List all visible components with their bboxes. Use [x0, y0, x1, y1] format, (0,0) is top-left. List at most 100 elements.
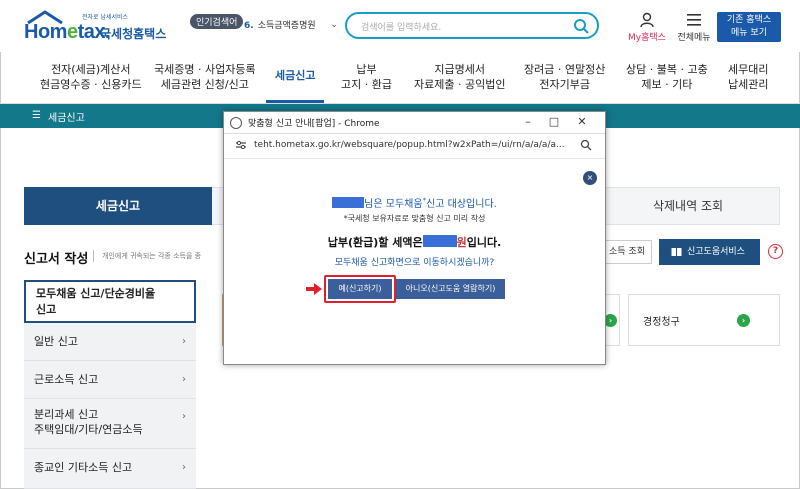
nav-payment-statement[interactable]: 지급명세서 자료제출 · 공익법인 — [414, 62, 505, 92]
nav-tax-agent[interactable]: 세무대리 납세관리 — [728, 62, 768, 92]
sidebar-item-general[interactable]: 일반 신고 › — [24, 323, 196, 361]
sidebar-item-label: 모두채움 신고/단순경비율 — [36, 287, 156, 300]
popular-term: 소득금액증명원 — [257, 21, 316, 31]
search-input[interactable]: 검색어를 입력하세요. — [345, 12, 599, 39]
my-hometax-button[interactable]: My홈택스 — [626, 12, 668, 43]
nav-label: 세금관련 신청/신고 — [160, 78, 249, 91]
sidebar-item-separate-taxation[interactable]: 분리과세 신고 주택임대/기타/연금소득 › — [24, 399, 196, 449]
old-hometax-menu-button[interactable]: 기존 홈택스 메뉴 보기 — [717, 12, 781, 42]
nav-label: 세무대리 — [728, 63, 769, 76]
my-hometax-label: My홈택스 — [628, 33, 666, 43]
sidebar-item-earned-income[interactable]: 근로소득 신고 › — [24, 361, 196, 399]
nav-label: 제보 · 기타 — [641, 78, 693, 91]
popup-titlebar: 맞춤형 신고 안내[팝업] - Chrome – □ ✕ — [224, 112, 605, 134]
help-icon[interactable]: ? — [768, 244, 783, 259]
all-menu-button[interactable]: 전체메뉴 — [674, 12, 714, 43]
tab-tax-return[interactable]: 세금신고 — [24, 187, 212, 225]
search-icon[interactable] — [573, 18, 589, 34]
section-divider — [93, 250, 94, 262]
popup-address-bar[interactable]: teht.hometax.go.kr/websquare/popup.html?… — [230, 137, 598, 155]
target-notice-text: 님은 모두채움 — [364, 199, 423, 210]
custom-filing-popup: 맞춤형 신고 안내[팝업] - Chrome – □ ✕ teht.hometa… — [223, 111, 606, 365]
chevron-down-icon[interactable]: ⌄ — [330, 20, 338, 30]
hometax-logo[interactable]: 전자로 납세서비스 Hometax. 국세청홈택스 — [24, 10, 166, 44]
currency-unit: 원 — [456, 236, 467, 249]
chevron-right-icon: › — [182, 336, 186, 347]
nav-label: 현금영수증 · 신용카드 — [40, 78, 142, 91]
nav-label: 전자기부금 — [539, 78, 590, 91]
popular-search-badge: 인기검색어 — [190, 14, 244, 29]
correction-claim-label: 경정청구 — [643, 317, 680, 328]
book-icon — [671, 248, 682, 256]
no-view-help-button[interactable]: 아니오(신고도움 열람하기) — [396, 279, 505, 299]
old-hometax-line1: 기존 홈택스 — [726, 15, 772, 25]
minimize-icon[interactable]: – — [520, 115, 536, 128]
breadcrumb-title: 세금신고 — [48, 113, 85, 124]
chevron-right-icon: › — [182, 411, 186, 422]
sidebar-item-label: 근로소득 신고 — [34, 373, 99, 386]
popup-window-title: 맞춤형 신고 안내[팝업] - Chrome — [248, 119, 380, 129]
sidebar-item-prefilled-return[interactable]: 모두채움 신고/단순경비율 신고 — [24, 280, 196, 323]
nav-label: 장려금 · 연말정산 — [524, 63, 606, 76]
site-header: 전자로 납세서비스 Hometax. 국세청홈택스 인기검색어 6. 소득금액증명… — [0, 0, 800, 52]
zoom-icon[interactable] — [580, 139, 592, 151]
target-notice-end: 신고 대상입니다. — [426, 199, 497, 210]
sidebar-item-label: 주택임대/기타/연금소득 — [34, 423, 143, 436]
filing-help-label: 신고도움서비스 — [687, 247, 745, 257]
nav-label: 고지 · 환급 — [341, 78, 392, 91]
nav-incentive[interactable]: 장려금 · 연말정산 전자기부금 — [524, 62, 605, 92]
logo-korean: 국세청홈택스 — [100, 27, 167, 41]
nav-label: 전자(세금)계산서 — [51, 63, 131, 76]
red-arrow-icon — [306, 283, 322, 295]
site-settings-icon[interactable] — [236, 140, 246, 150]
tax-amount-notice: 납부(환급)할 세액은 원입니다. — [224, 234, 605, 250]
nav-label: 납부 — [356, 63, 377, 76]
popup-url: teht.hometax.go.kr/websquare/popup.html?… — [254, 140, 565, 150]
nav-label: 지급명세서 — [434, 63, 486, 76]
chevron-right-icon: › — [182, 462, 186, 473]
nav-label: 자료제출 · 공익법인 — [414, 78, 506, 91]
nav-e-invoice[interactable]: 전자(세금)계산서 현금영수증 · 신용카드 — [40, 62, 142, 92]
go-arrow-icon[interactable]: › — [737, 314, 750, 327]
hamburger-icon — [687, 14, 701, 26]
chevron-right-icon: › — [182, 374, 186, 385]
prefill-footnote: *국세청 보유자료로 맞춤형 신고 미리 작성 — [343, 214, 486, 223]
nav-tax-certificate[interactable]: 국세증명 · 사업자등록 세금관련 신청/신고 — [154, 62, 256, 92]
nav-payment[interactable]: 납부 고지 · 환급 — [341, 62, 392, 92]
sidebar-item-religious-income[interactable]: 종교인 기타소득 신고 › — [24, 449, 196, 489]
nav-tax-return[interactable]: 세금신고 — [275, 68, 315, 83]
close-icon[interactable]: × — [583, 171, 597, 185]
sidebar-item-label: 종교인 기타소득 신고 — [34, 461, 133, 474]
popular-rank: 6. — [244, 21, 254, 31]
nav-label: 세금신고 — [275, 69, 316, 82]
move-confirm-question: 모두채움 신고화면으로 이동하시겠습니까? — [334, 258, 495, 268]
main-navigation: 전자(세금)계산서 현금영수증 · 신용카드 국세증명 · 사업자등록 세금관련… — [0, 52, 800, 104]
tax-amount-prefix: 납부(환급)할 세액은 — [327, 236, 423, 249]
close-icon[interactable]: ✕ — [574, 115, 590, 128]
logo-wordmark: Hometax. — [24, 21, 111, 44]
tax-amount-end: 입니다. — [466, 236, 502, 249]
menu-icon[interactable]: ☰ — [32, 110, 41, 121]
masked-name — [332, 197, 365, 208]
search-placeholder: 검색어를 입력하세요. — [361, 23, 442, 33]
user-icon — [640, 12, 654, 28]
yes-file-button[interactable]: 예(신고하기) — [328, 279, 392, 299]
globe-icon — [230, 117, 242, 129]
nav-consult[interactable]: 상담 · 불복 · 고충 제보 · 기타 — [626, 62, 708, 92]
income-inquiry-button[interactable]: 소득 조회 — [600, 240, 652, 264]
old-hometax-line2: 메뉴 보기 — [731, 28, 767, 38]
popular-search-item[interactable]: 6. 소득금액증명원 ⌄ — [244, 18, 338, 38]
logo-part-e: e — [66, 21, 78, 43]
sidebar-item-label: 일반 신고 — [34, 335, 78, 348]
maximize-icon[interactable]: □ — [546, 115, 562, 128]
target-notice: 님은 모두채움*신고 대상입니다. — [224, 195, 605, 210]
nav-active-indicator — [266, 100, 324, 103]
tab-deleted-history[interactable]: 삭제내역 조회 — [596, 187, 780, 225]
nav-label: 국세증명 · 사업자등록 — [154, 63, 256, 76]
section-description: 개인에게 귀속되는 각종 소득을 종 — [102, 252, 202, 260]
correction-claim-card[interactable]: 경정청구 › — [628, 294, 780, 346]
all-menu-label: 전체메뉴 — [677, 33, 711, 43]
popup-body: × 님은 모두채움*신고 대상입니다. *국세청 보유자료로 맞춤형 신고 미리… — [224, 158, 605, 364]
section-title: 신고서 작성 — [24, 252, 89, 267]
filing-help-button[interactable]: 신고도움서비스 — [659, 239, 760, 265]
